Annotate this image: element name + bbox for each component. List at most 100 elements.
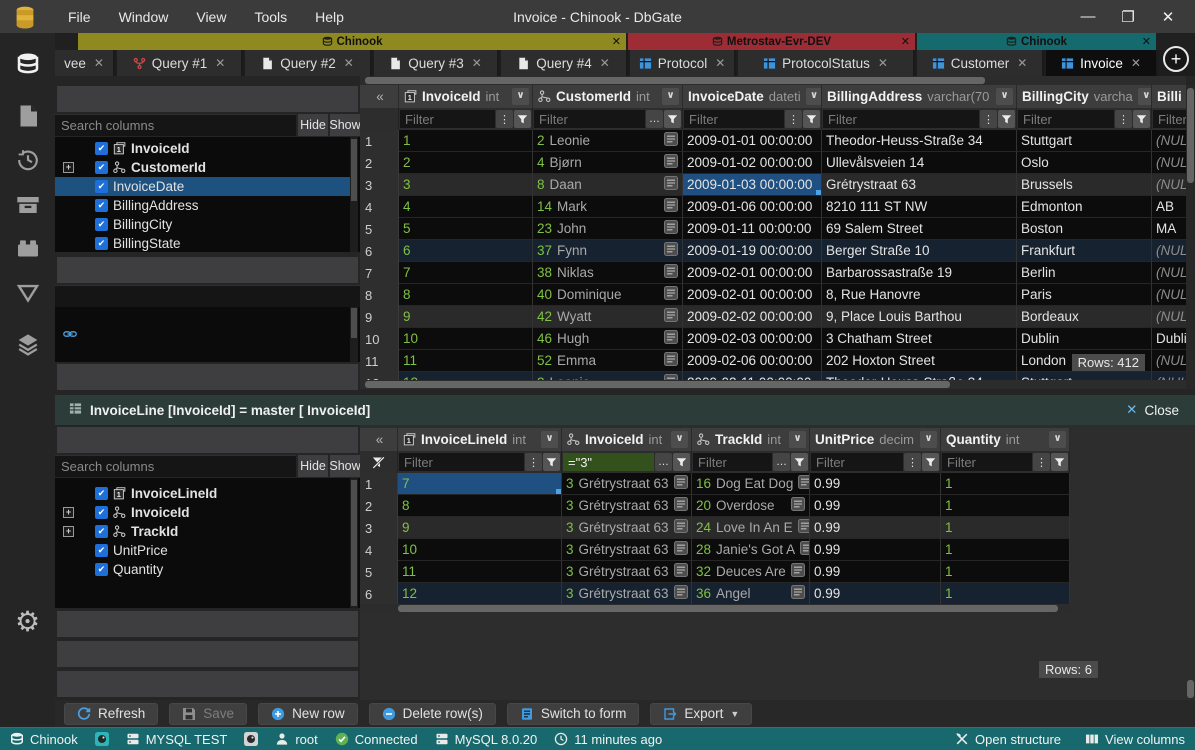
tab-customer[interactable]: Customer✕ — [917, 50, 1044, 76]
cell-trackid[interactable]: 20Overdose — [692, 495, 810, 517]
cell-invoicedate[interactable]: 2009-01-06 00:00:00 — [683, 196, 822, 218]
row-number[interactable]: 9 — [360, 306, 399, 328]
cell-invoicelineid[interactable]: 9 — [398, 517, 562, 539]
cell-invoiceid[interactable]: 6 — [399, 240, 533, 262]
filter-menu-button[interactable]: … — [646, 110, 663, 128]
filter-corner-cell[interactable] — [360, 451, 398, 473]
chevron-down-icon[interactable]: ∨ — [996, 88, 1013, 105]
cell-billingcity[interactable]: Oslo — [1017, 152, 1152, 174]
cell-invoicelineid[interactable]: 11 — [398, 561, 562, 583]
scroll-thumb[interactable] — [351, 139, 357, 201]
collapse-columns-button[interactable]: « — [360, 428, 398, 451]
expand-icon[interactable]: + — [63, 507, 74, 518]
column-header-quantity[interactable]: Quantityint∨ — [941, 428, 1070, 451]
maximize-icon[interactable]: ❐ — [1115, 8, 1141, 26]
tab-protocol[interactable]: Protocol✕ — [630, 50, 736, 76]
columns-header[interactable] — [57, 86, 358, 112]
cell-invoiceid[interactable]: 3Grétrystraat 63 — [562, 539, 692, 561]
filter-input[interactable]: Filter — [400, 110, 495, 128]
cell-invoicedate[interactable]: 2009-01-11 00:00:00 — [683, 218, 822, 240]
row-number[interactable]: 11 — [360, 350, 399, 372]
checkbox[interactable]: ✔ — [95, 142, 108, 155]
sidebar-filter-triangle-icon[interactable] — [0, 276, 55, 310]
cell-invoiceid[interactable]: 1 — [399, 130, 533, 152]
cell-quantity[interactable]: 1 — [941, 473, 1070, 495]
cell-invoiceid[interactable]: 3 — [399, 174, 533, 196]
cell-billingcity[interactable]: Paris — [1017, 284, 1152, 306]
cell-quantity[interactable]: 1 — [941, 583, 1070, 605]
row-number[interactable]: 1 — [360, 473, 398, 495]
horizontal-scrollbar[interactable] — [360, 76, 1186, 85]
checkbox[interactable]: ✔ — [95, 544, 108, 557]
filter-menu-button[interactable]: … — [655, 453, 672, 471]
references-scrollbar[interactable] — [350, 307, 358, 362]
scroll-thumb[interactable] — [351, 480, 357, 606]
vertical-scrollbar[interactable] — [1186, 85, 1195, 389]
chevron-down-icon[interactable]: ∨ — [806, 88, 822, 105]
close-tab-icon[interactable]: ✕ — [472, 56, 482, 70]
filter-input[interactable]: Filter — [942, 453, 1032, 471]
cell-billingcity[interactable]: Brussels — [1017, 174, 1152, 196]
filter-input[interactable]: Filter — [811, 453, 903, 471]
cell-customerid[interactable]: 40Dominique — [533, 284, 683, 306]
cell-invoiceid[interactable]: 8 — [399, 284, 533, 306]
row-number[interactable]: 1 — [360, 130, 399, 152]
cell-quantity[interactable]: 1 — [941, 495, 1070, 517]
cell-unitprice[interactable]: 0.99 — [810, 517, 941, 539]
close-tab-icon[interactable]: ✕ — [344, 56, 354, 70]
cell-invoicedate[interactable]: 2009-01-01 00:00:00 — [683, 130, 822, 152]
open-reference-icon[interactable] — [664, 242, 678, 259]
cell-billingaddress[interactable]: Berger Straße 10 — [822, 240, 1017, 262]
row-number[interactable]: 6 — [360, 240, 399, 262]
column-item-invoicedate[interactable]: ✔InvoiceDate — [55, 177, 351, 196]
minimize-icon[interactable]: — — [1075, 8, 1101, 26]
filter-funnel-icon[interactable] — [922, 453, 939, 471]
row-number[interactable]: 8 — [360, 284, 399, 306]
reference-link-customer[interactable] — [55, 325, 360, 343]
column-header-invoicelineid[interactable]: 1InvoiceLineIdint∨ — [398, 428, 562, 451]
row-number[interactable]: 12 — [360, 372, 399, 380]
sidebar-settings-gear-icon[interactable]: ⚙ — [0, 605, 55, 639]
checkbox[interactable]: ✔ — [95, 199, 108, 212]
cell-invoicelineid[interactable]: 7 — [398, 473, 562, 495]
filter-input[interactable]: Filter — [823, 110, 979, 128]
filter-menu-button[interactable]: ⋮ — [1115, 110, 1132, 128]
menu-tools[interactable]: Tools — [242, 6, 299, 28]
cell-trackid[interactable]: 32Deuces Are — [692, 561, 810, 583]
row-number[interactable]: 2 — [360, 152, 399, 174]
open-reference-icon[interactable] — [674, 585, 688, 602]
column-item-invoiceid[interactable]: ✔1InvoiceId — [55, 139, 351, 158]
cell-customerid[interactable]: 23John — [533, 218, 683, 240]
cell-customerid[interactable]: 4Bjørn — [533, 152, 683, 174]
cell-trackid[interactable]: 36Angel — [692, 583, 810, 605]
open-reference-icon[interactable] — [791, 563, 805, 580]
refresh-button[interactable]: Refresh — [64, 703, 158, 725]
column-item-trackid[interactable]: +✔TrackId — [55, 522, 351, 541]
expand-icon[interactable]: + — [63, 162, 74, 173]
tab-query-4[interactable]: Query #4✕ — [501, 50, 628, 76]
column-item-quantity[interactable]: ✔Quantity — [55, 560, 351, 579]
open-reference-icon[interactable] — [791, 497, 805, 514]
chevron-down-icon[interactable]: ∨ — [541, 431, 558, 448]
switch-to-form-button[interactable]: Switch to form — [507, 703, 640, 725]
row-number[interactable]: 7 — [360, 262, 399, 284]
filter-menu-button[interactable]: ⋮ — [496, 110, 513, 128]
open-reference-icon[interactable] — [674, 541, 688, 558]
close-connection-icon[interactable]: ✕ — [901, 35, 910, 48]
cell-customerid[interactable]: 52Emma — [533, 350, 683, 372]
cell-billingcity[interactable]: Dublin — [1017, 328, 1152, 350]
horizontal-scrollbar[interactable] — [360, 604, 1070, 613]
open-reference-icon[interactable] — [674, 497, 688, 514]
cell-invoicelineid[interactable]: 12 — [398, 583, 562, 605]
tab-query-3[interactable]: Query #3✕ — [374, 50, 499, 76]
filter-funnel-icon[interactable] — [1051, 453, 1068, 471]
sidebar-history-icon[interactable] — [0, 143, 55, 177]
open-reference-icon[interactable] — [674, 475, 688, 492]
cell-invoiceid[interactable]: 3Grétrystraat 63 — [562, 495, 692, 517]
open-reference-icon[interactable] — [664, 330, 678, 347]
delete-row-s--button[interactable]: Delete row(s) — [369, 703, 496, 725]
filters-header[interactable] — [57, 611, 358, 637]
scroll-thumb[interactable] — [1187, 680, 1194, 698]
tab-invoice[interactable]: Invoice✕ — [1046, 50, 1158, 76]
open-reference-icon[interactable] — [674, 563, 688, 580]
